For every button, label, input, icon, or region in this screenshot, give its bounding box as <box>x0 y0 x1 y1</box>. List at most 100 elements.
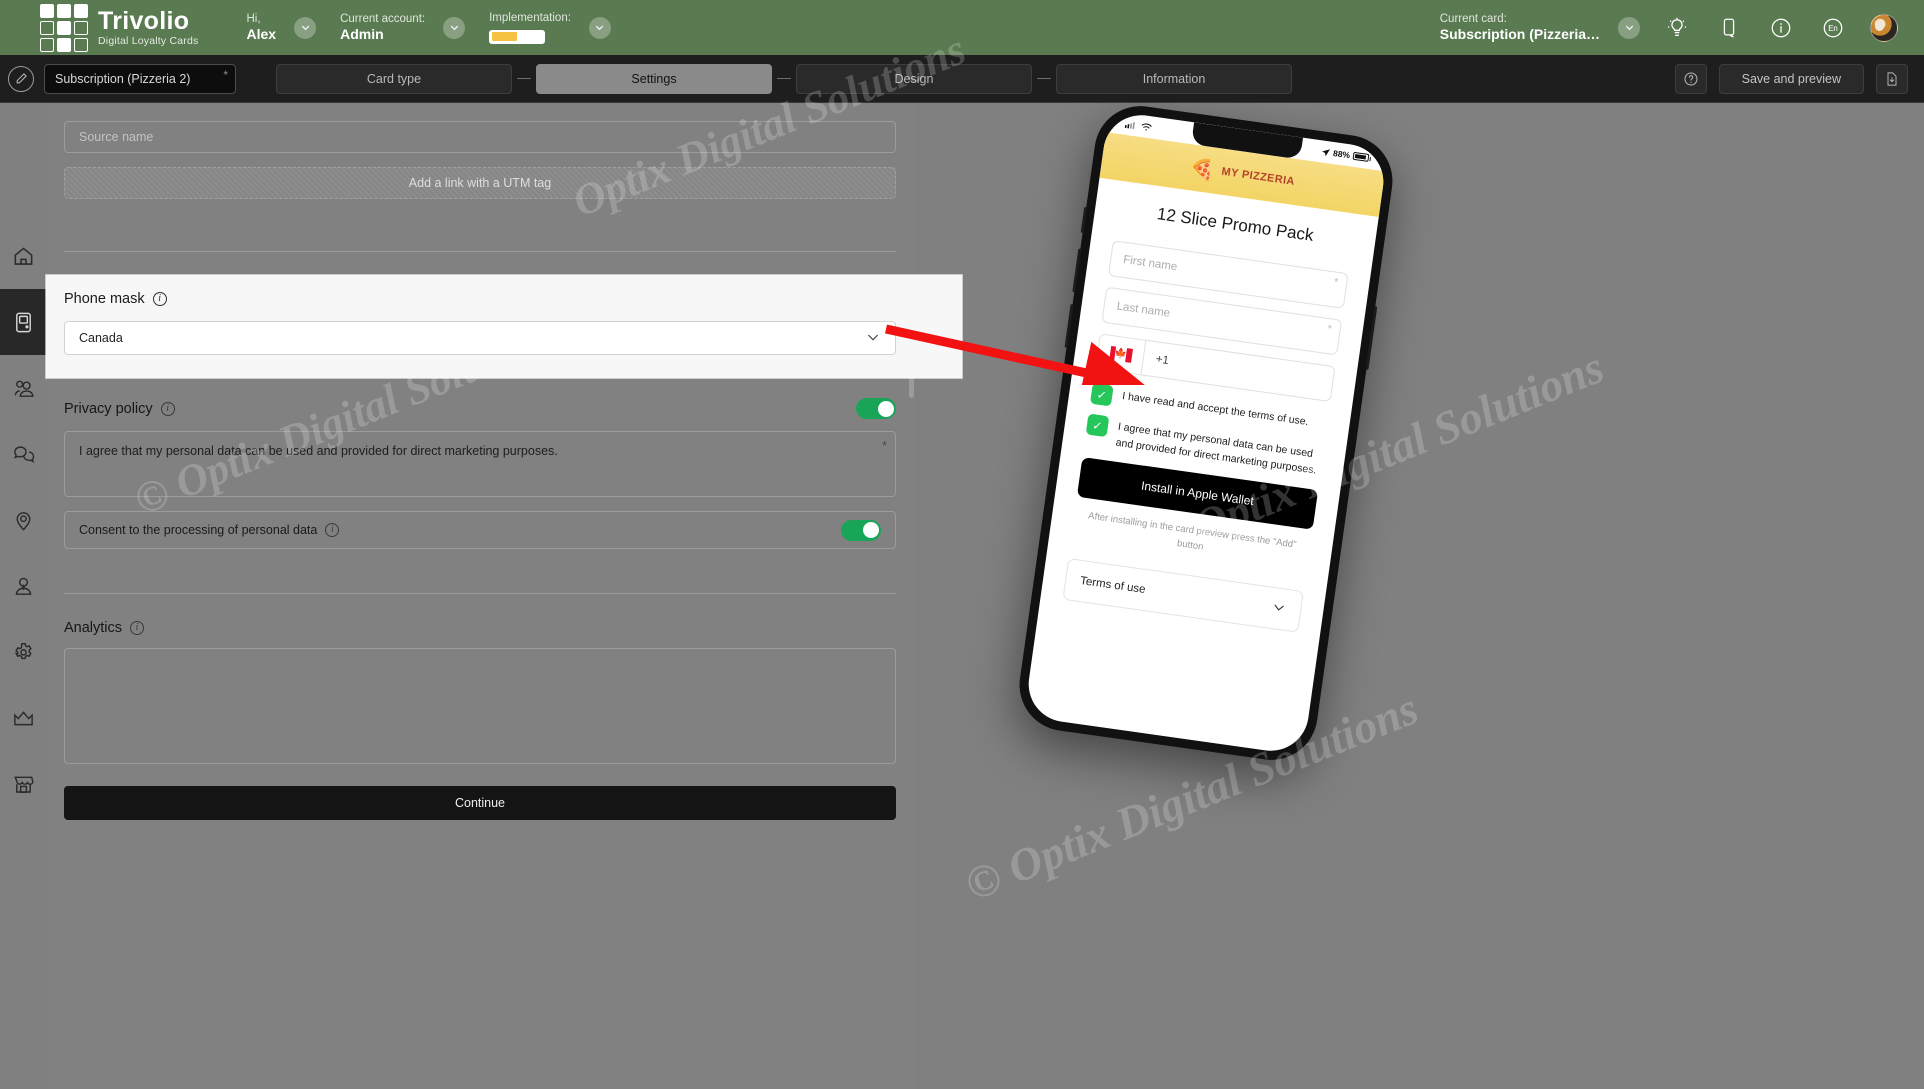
info-icon[interactable]: i <box>160 401 175 416</box>
tab-design[interactable]: Design <box>796 63 1032 94</box>
download-button[interactable] <box>1876 63 1908 94</box>
home-icon <box>14 246 32 265</box>
current-card-dropdown-button[interactable] <box>1618 16 1640 39</box>
info-icon[interactable]: i <box>130 621 145 635</box>
language-button[interactable]: En <box>1818 13 1848 43</box>
sidebar-item-locations[interactable] <box>0 487 46 553</box>
analytics-section: Analytics i <box>64 620 900 764</box>
card-name-field[interactable]: Subscription (Pizzeria 2) * <box>44 63 236 94</box>
tips-lightbulb-button[interactable] <box>1662 13 1692 43</box>
question-mark-icon <box>1684 72 1698 85</box>
required-mark: * <box>1326 322 1333 336</box>
info-icon[interactable]: i <box>152 292 167 306</box>
brand-logo[interactable]: Trivolio Digital Loyalty Cards <box>40 3 199 52</box>
battery-percent: 88% <box>1332 148 1351 161</box>
divider <box>64 593 896 594</box>
sidebar-item-staff[interactable] <box>0 553 46 619</box>
info-icon[interactable]: i <box>325 523 340 537</box>
phone-button-silent <box>1080 206 1088 234</box>
chevron-down-icon <box>1625 25 1633 31</box>
lightbulb-icon <box>1668 17 1686 36</box>
analytics-input-area[interactable] <box>64 648 896 764</box>
phone-mockup: 88% 🍕 MY PIZZERIA 12 Slice Promo Pack Fi… <box>1013 103 1399 766</box>
header-right-tools: Current card: Subscription (Pizzeria… En <box>1440 12 1924 44</box>
help-button[interactable] <box>1674 63 1707 94</box>
brand-name: MY PIZZERIA <box>1220 165 1296 188</box>
required-mark: * <box>881 438 887 453</box>
svg-text:En: En <box>1828 24 1838 33</box>
privacy-policy-header: Privacy policy i <box>64 398 896 419</box>
greeting-block: Hi, Alex <box>247 12 277 44</box>
logo-grid-icon <box>40 3 88 52</box>
logo-subtitle: Digital Loyalty Cards <box>98 34 199 47</box>
phone-button-power <box>1365 306 1378 370</box>
required-mark: * <box>223 67 228 82</box>
current-card-label: Current card: <box>1439 12 1507 25</box>
sidebar-item-clients[interactable] <box>0 355 46 421</box>
phone-frame: 88% 🍕 MY PIZZERIA 12 Slice Promo Pack Fi… <box>1013 103 1399 766</box>
sidebar-item-cards[interactable] <box>0 289 46 355</box>
form-inner: Source name Add a link with a UTM tag Pr… <box>46 103 916 820</box>
gear-icon <box>14 642 32 659</box>
privacy-policy-toggle[interactable] <box>856 398 896 419</box>
checkbox-checked-icon: ✓ <box>1085 413 1110 438</box>
pencil-icon <box>16 73 27 84</box>
info-button[interactable] <box>1766 13 1796 43</box>
step-divider <box>777 78 791 79</box>
save-and-preview-button[interactable]: Save and preview <box>1718 63 1864 94</box>
account-dropdown-button[interactable] <box>443 16 466 39</box>
consent-label: Consent to the processing of personal da… <box>79 523 318 537</box>
phone-screen: 88% 🍕 MY PIZZERIA 12 Slice Promo Pack Fi… <box>1023 110 1389 756</box>
greeting-label: Hi, <box>246 12 261 25</box>
implementation-dropdown-button[interactable] <box>588 16 611 39</box>
sidebar-item-settings[interactable] <box>0 619 46 685</box>
sidebar-item-store[interactable] <box>0 751 46 817</box>
language-icon: En <box>1823 18 1843 37</box>
implementation-block: Implementation: <box>489 11 571 44</box>
required-mark: * <box>1333 276 1340 289</box>
terms-of-use-accordion[interactable]: Terms of use <box>1062 557 1304 633</box>
crown-icon <box>13 710 33 725</box>
canada-flag-icon: 🍁 <box>1108 345 1133 363</box>
chevron-down-icon <box>1270 599 1287 619</box>
location-arrow-icon <box>1322 148 1331 156</box>
implementation-progress-fill <box>491 32 518 42</box>
greeting-dropdown-button[interactable] <box>294 16 317 39</box>
chat-bubbles-icon <box>13 445 34 463</box>
consent-toggle[interactable] <box>841 519 881 541</box>
privacy-policy-section: Privacy policy i I agree that my persona… <box>64 398 900 549</box>
card-name-value: Subscription (Pizzeria 2) <box>55 71 191 86</box>
logo-title: Trivolio <box>98 6 190 35</box>
avatar[interactable] <box>1870 13 1898 42</box>
tab-information[interactable]: Information <box>1056 63 1292 94</box>
tab-settings[interactable]: Settings <box>536 63 772 94</box>
continue-button[interactable]: Continue <box>64 786 896 820</box>
signal-icon <box>1124 121 1136 129</box>
checkbox-checked-icon: ✓ <box>1089 382 1114 407</box>
mobile-preview-button[interactable] <box>1714 13 1744 43</box>
current-card-value: Subscription (Pizzeria… <box>1439 25 1600 42</box>
phone-country-code: +1 <box>1154 353 1170 368</box>
card-preview-pane: 88% 🍕 MY PIZZERIA 12 Slice Promo Pack Fi… <box>916 103 1924 1089</box>
privacy-policy-textarea[interactable]: I agree that my personal data can be use… <box>64 431 896 497</box>
account-label: Current account: <box>340 12 426 25</box>
chevron-down-icon <box>301 25 309 31</box>
battery-area: 88% <box>1321 146 1370 163</box>
sidebar-item-messages[interactable] <box>0 421 46 487</box>
phone-mask-select[interactable]: Canada <box>64 321 896 355</box>
map-pin-icon <box>16 511 30 531</box>
signal-wifi-icons <box>1124 119 1153 132</box>
greeting-value: Alex <box>246 25 277 42</box>
app-root: Trivolio Digital Loyalty Cards Hi, Alex … <box>0 0 1924 1089</box>
phone-button-volume-up <box>1072 248 1082 293</box>
current-card-block: Current card: Subscription (Pizzeria… <box>1440 12 1600 44</box>
add-utm-link-button[interactable]: Add a link with a UTM tag <box>64 167 896 199</box>
source-name-input[interactable]: Source name <box>64 121 896 153</box>
edit-pencil-button[interactable] <box>8 65 34 92</box>
country-flag-selector[interactable]: 🍁 <box>1094 333 1146 376</box>
pizza-slice-icon: 🍕 <box>1188 156 1217 183</box>
tab-card-type[interactable]: Card type <box>276 63 512 94</box>
step-divider <box>517 78 531 79</box>
sidebar-item-premium[interactable] <box>0 685 46 751</box>
sidebar-item-home[interactable] <box>0 223 46 289</box>
